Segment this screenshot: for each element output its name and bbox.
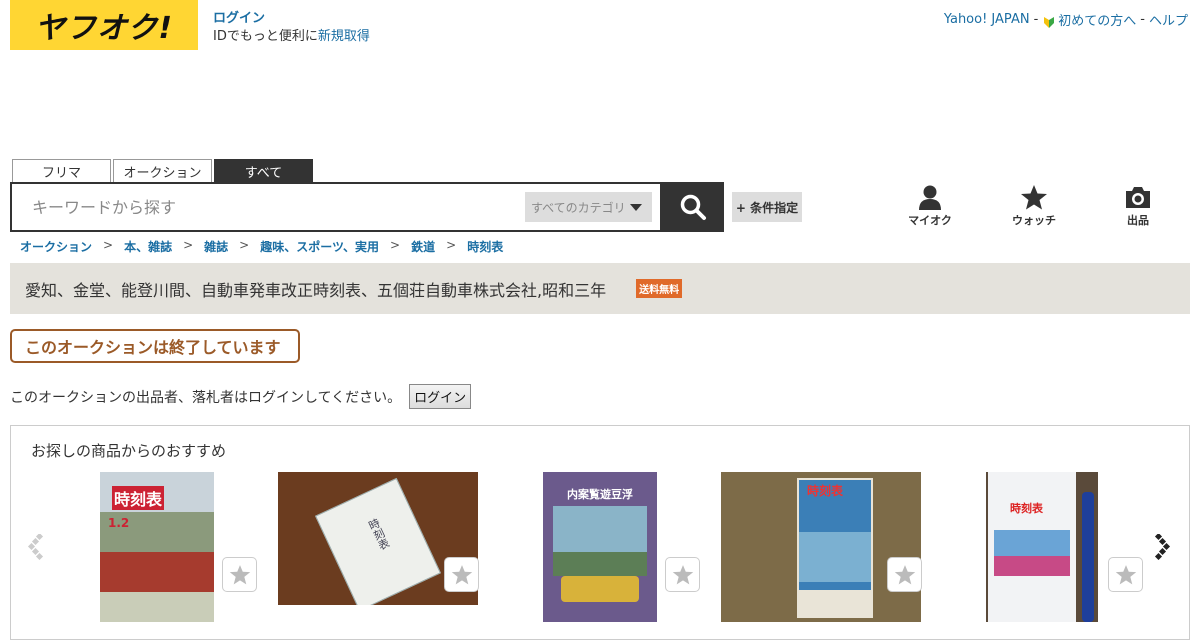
star-icon (672, 565, 693, 585)
breadcrumb-sep: > (390, 238, 401, 252)
category-select-label: すべてのカテゴリ (531, 200, 626, 215)
tab-furima[interactable]: フリマ (12, 159, 111, 182)
breadcrumb-item[interactable]: 鉄道 (411, 238, 435, 255)
breadcrumb-sep: > (446, 238, 457, 252)
watch-link[interactable]: ウォッチ (1004, 184, 1064, 228)
auction-ended-notice: このオークションは終了しています (10, 329, 300, 363)
logo-text: ヤフオク! (34, 11, 174, 46)
category-select[interactable]: すべてのカテゴリ (525, 192, 652, 222)
star-icon (229, 565, 250, 585)
search-tabs: フリマ オークション すべて (12, 159, 313, 182)
yahoo-auction-logo[interactable]: ヤフオク! (10, 0, 198, 50)
beginners-label: 初めての方へ (1058, 14, 1137, 29)
sell-label: 出品 (1127, 214, 1149, 227)
login-note: このオークションの出品者、落札者はログインしてください。 ログイン (10, 384, 472, 409)
signup-link[interactable]: 新規取得 (318, 29, 370, 44)
beginner-leaf-icon (1044, 16, 1055, 28)
watch-button[interactable] (887, 557, 922, 592)
help-link[interactable]: ヘルプ (1149, 10, 1188, 29)
breadcrumb-sep: > (183, 238, 194, 252)
star-icon (894, 565, 915, 585)
myauc-link[interactable]: マイオク (900, 184, 960, 228)
carousel-prev-icon[interactable] (25, 534, 45, 560)
login-button[interactable]: ログイン (409, 384, 472, 409)
breadcrumb-item[interactable]: 本、雑誌 (124, 238, 172, 255)
watch-button[interactable] (665, 557, 700, 592)
watch-label: ウォッチ (1012, 214, 1056, 227)
separator: - (1140, 12, 1145, 27)
thumb-title-text: 内案覧遊豆浮 (567, 488, 633, 501)
breadcrumb-sep: > (103, 238, 114, 252)
top-right-links: Yahoo! JAPAN - 初めての方へ - ヘルプ (944, 10, 1188, 29)
star-icon (1021, 185, 1047, 210)
star-icon (1115, 565, 1136, 585)
myauc-label: マイオク (908, 214, 952, 227)
carousel-next-icon[interactable] (1153, 534, 1173, 560)
breadcrumb-sep: > (239, 238, 250, 252)
sell-link[interactable]: 出品 (1108, 184, 1168, 228)
breadcrumb: オークション > 本、雑誌 > 雑誌 > 趣味、スポーツ、実用 > 鉄道 > 時… (20, 238, 503, 255)
recommendations-panel: お探しの商品からのおすすめ 時刻表 1.2 時刻表 内案覧遊豆浮 時刻表 時刻表 (10, 425, 1190, 640)
id-promo-text: IDでもっと便利に (213, 29, 318, 44)
free-shipping-badge: 送料無料 (636, 279, 683, 298)
login-link[interactable]: ログイン (213, 11, 265, 26)
watch-button[interactable] (444, 557, 479, 592)
recommend-item-image[interactable]: 時刻表 (721, 472, 921, 622)
recommendations-title: お探しの商品からのおすすめ (31, 442, 227, 460)
recommend-item-image[interactable]: 時刻表 (986, 472, 1098, 622)
star-icon (451, 565, 472, 585)
tab-auction[interactable]: オークション (113, 159, 212, 182)
login-block: ログイン IDでもっと便利に新規取得 (213, 10, 370, 46)
beginners-link[interactable]: 初めての方へ (1042, 10, 1136, 29)
item-title-bar: 愛知、金堂、能登川間、自動車発車改正時刻表、五個荘自動車株式会社,昭和三年 送料… (10, 263, 1190, 314)
watch-button[interactable] (222, 557, 257, 592)
thumb-sub-text: 1.2 (108, 516, 130, 530)
login-note-text: このオークションの出品者、落札者はログインしてください。 (10, 389, 402, 406)
breadcrumb-item[interactable]: オークション (20, 238, 92, 255)
thumb-title-text: 時刻表 (807, 484, 844, 498)
thumb-title-text: 時刻表 (112, 486, 165, 510)
page-title: 愛知、金堂、能登川間、自動車発車改正時刻表、五個荘自動車株式会社,昭和三年 (25, 280, 607, 300)
tab-all[interactable]: すべて (214, 159, 313, 182)
separator: - (1033, 12, 1039, 27)
yahoo-japan-link[interactable]: Yahoo! JAPAN (944, 12, 1030, 27)
conditions-button[interactable]: + 条件指定 (732, 192, 802, 222)
camera-icon (1126, 187, 1150, 208)
recommend-item-image[interactable]: 内案覧遊豆浮 (543, 472, 657, 622)
search-input[interactable] (12, 187, 522, 227)
breadcrumb-item[interactable]: 趣味、スポーツ、実用 (260, 238, 379, 255)
recommend-item-image[interactable]: 時刻表 1.2 (100, 472, 214, 622)
user-icon (919, 185, 941, 210)
watch-button[interactable] (1108, 557, 1143, 592)
breadcrumb-item[interactable]: 時刻表 (467, 238, 503, 255)
search-bar: すべてのカテゴリ (10, 182, 662, 232)
search-icon (680, 194, 706, 220)
search-button[interactable] (662, 182, 724, 232)
chevron-down-icon (629, 203, 642, 211)
breadcrumb-item[interactable]: 雑誌 (204, 238, 228, 255)
thumb-title-text: 時刻表 (1010, 502, 1043, 515)
